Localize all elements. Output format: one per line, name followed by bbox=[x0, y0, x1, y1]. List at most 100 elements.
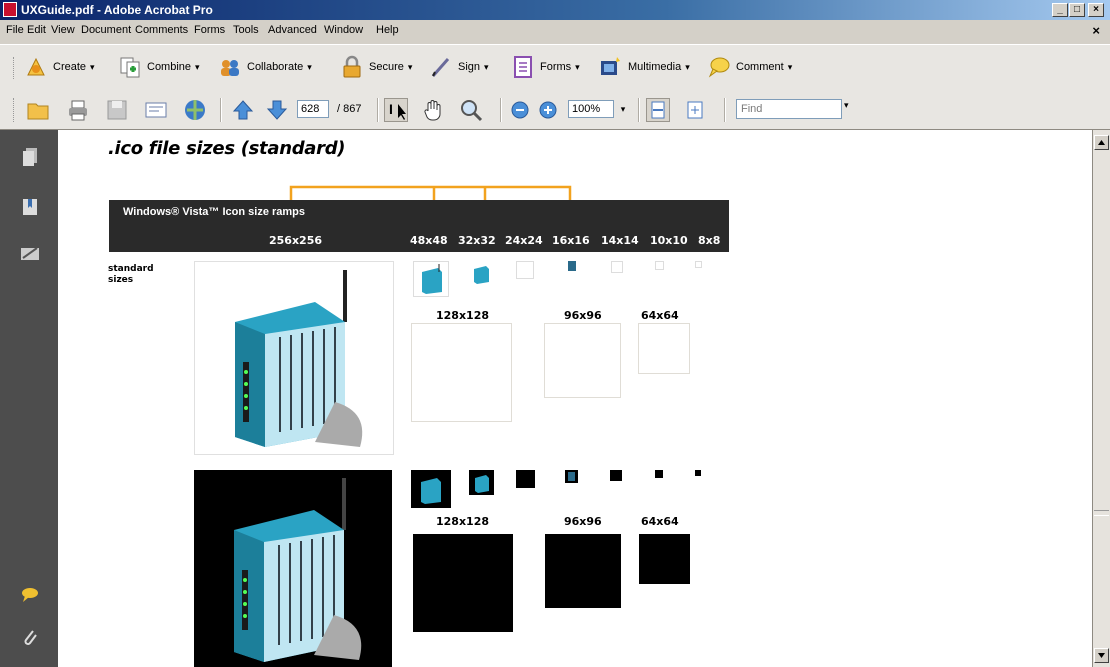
secure-button[interactable]: Secure ▾ bbox=[340, 53, 412, 81]
menu-file[interactable]: File bbox=[6, 24, 24, 36]
page-number-input[interactable]: 628 bbox=[297, 100, 329, 118]
comment-button[interactable]: Comment ▾ bbox=[707, 53, 792, 81]
collaborate-icon bbox=[218, 55, 242, 79]
title-bar: UXGuide.pdf - Adobe Acrobat Pro _ □ × bbox=[0, 0, 1110, 20]
bookmarks-icon[interactable] bbox=[20, 196, 40, 216]
restore-button[interactable]: □ bbox=[1069, 3, 1085, 17]
menu-forms[interactable]: Forms bbox=[194, 24, 225, 36]
email-icon[interactable] bbox=[144, 98, 168, 122]
document-close-button[interactable]: × bbox=[1092, 23, 1100, 38]
menu-view[interactable]: View bbox=[51, 24, 75, 36]
scroll-up-button[interactable] bbox=[1094, 135, 1109, 150]
icon-64-placeholder bbox=[638, 323, 690, 374]
select-tool-icon[interactable]: I bbox=[384, 98, 408, 122]
ramp-label: 10x10 bbox=[650, 234, 688, 247]
attachments-icon[interactable] bbox=[20, 627, 40, 647]
scroll-thumb[interactable] bbox=[1094, 510, 1109, 516]
next-page-icon[interactable] bbox=[265, 98, 289, 122]
save-icon[interactable] bbox=[105, 98, 129, 122]
size-label: 128x128 bbox=[436, 309, 490, 322]
sign-button[interactable]: Sign ▾ bbox=[429, 53, 489, 81]
hand-tool-icon[interactable] bbox=[421, 98, 445, 122]
toolbar-grip bbox=[13, 57, 17, 79]
create-dropdown-icon: ▾ bbox=[90, 61, 95, 72]
forms-label: Forms bbox=[540, 61, 572, 73]
combine-icon bbox=[118, 55, 142, 79]
icon-10 bbox=[655, 261, 664, 270]
toolbar-separator bbox=[220, 98, 222, 122]
secure-dropdown-icon: ▾ bbox=[407, 61, 413, 72]
size-label: 64x64 bbox=[641, 309, 679, 322]
create-icon bbox=[24, 55, 48, 79]
forms-dropdown-icon: ▾ bbox=[575, 61, 580, 72]
minimize-button[interactable]: _ bbox=[1052, 3, 1068, 17]
find-input[interactable]: Find bbox=[736, 99, 842, 119]
multimedia-dropdown-icon: ▾ bbox=[685, 61, 690, 72]
sign-dropdown-icon: ▾ bbox=[484, 61, 489, 72]
menu-tools[interactable]: Tools bbox=[233, 24, 259, 36]
toolbar-separator bbox=[377, 98, 379, 122]
zoom-tool-icon[interactable] bbox=[459, 98, 483, 122]
toolbar-separator bbox=[638, 98, 640, 122]
multimedia-button[interactable]: Multimedia ▾ bbox=[599, 53, 690, 81]
create-button[interactable]: Create ▾ bbox=[24, 53, 95, 81]
icon-8 bbox=[695, 261, 702, 268]
modem-image-256 bbox=[194, 261, 394, 455]
icon-10-dark bbox=[655, 470, 663, 478]
collaborate-dropdown-icon: ▾ bbox=[307, 61, 312, 72]
forms-icon bbox=[511, 55, 535, 79]
comment-dropdown-icon: ▾ bbox=[787, 61, 793, 72]
menu-help[interactable]: Help bbox=[376, 24, 399, 36]
open-folder-icon[interactable] bbox=[26, 98, 50, 122]
ramp-label: 32x32 bbox=[458, 234, 496, 247]
icon-16-dark bbox=[565, 470, 578, 483]
forms-button[interactable]: Forms ▾ bbox=[511, 53, 580, 81]
ramp-label: 14x14 bbox=[601, 234, 639, 247]
icon-96-placeholder bbox=[544, 323, 621, 398]
vertical-scrollbar[interactable] bbox=[1092, 130, 1110, 667]
toolbar-separator bbox=[500, 98, 502, 122]
window-title: UXGuide.pdf - Adobe Acrobat Pro bbox=[21, 3, 213, 17]
ramp-label: 256x256 bbox=[269, 234, 323, 247]
menu-comments[interactable]: Comments bbox=[135, 24, 188, 36]
ramp-label: 16x16 bbox=[552, 234, 590, 247]
previous-page-icon[interactable] bbox=[231, 98, 255, 122]
close-button[interactable]: × bbox=[1088, 3, 1104, 17]
zoom-out-icon[interactable] bbox=[511, 101, 529, 119]
size-label: 64x64 bbox=[641, 515, 679, 528]
collaborate-button[interactable]: Collaborate ▾ bbox=[218, 53, 312, 81]
pages-icon[interactable] bbox=[20, 146, 40, 166]
multimedia-label: Multimedia bbox=[628, 61, 682, 73]
icon-14-dark bbox=[610, 470, 622, 481]
full-screen-icon[interactable] bbox=[683, 98, 707, 122]
size-label: 128x128 bbox=[436, 515, 490, 528]
modem-image-256-dark bbox=[194, 470, 392, 667]
multimedia-icon bbox=[599, 55, 623, 79]
secure-label: Secure bbox=[369, 61, 404, 73]
comments-panel-icon[interactable] bbox=[20, 585, 40, 605]
combine-button[interactable]: Combine ▾ bbox=[118, 53, 200, 81]
menu-document[interactable]: Document bbox=[81, 24, 131, 36]
menu-advanced[interactable]: Advanced bbox=[268, 24, 317, 36]
signatures-icon[interactable] bbox=[20, 244, 40, 264]
toolbar-grip bbox=[13, 98, 17, 122]
menu-edit[interactable]: Edit bbox=[27, 24, 46, 36]
document-view[interactable]: .ico file sizes (standard) Windows® Vist… bbox=[58, 130, 1092, 667]
size-label: 96x96 bbox=[564, 309, 602, 322]
fit-width-icon[interactable] bbox=[646, 98, 670, 122]
scroll-down-button[interactable] bbox=[1094, 648, 1109, 663]
comment-bubble-icon bbox=[707, 55, 731, 79]
icon-size-ramp-header: Windows® Vista™ Icon size ramps 256x256 … bbox=[109, 200, 729, 252]
ramp-label: 24x24 bbox=[505, 234, 543, 247]
navigation-panel bbox=[0, 130, 58, 667]
zoom-in-icon[interactable] bbox=[539, 101, 557, 119]
zoom-dropdown-icon[interactable]: ▾ bbox=[616, 100, 630, 118]
ramp-label: 48x48 bbox=[410, 234, 448, 247]
web-capture-icon[interactable] bbox=[183, 98, 207, 122]
menu-window[interactable]: Window bbox=[324, 24, 363, 36]
modem-illustration bbox=[235, 270, 363, 447]
print-icon[interactable] bbox=[66, 98, 90, 122]
zoom-level-input[interactable]: 100% bbox=[568, 100, 614, 118]
row-label-line: standard bbox=[108, 264, 154, 274]
find-dropdown-icon[interactable]: ▾ bbox=[844, 100, 849, 111]
